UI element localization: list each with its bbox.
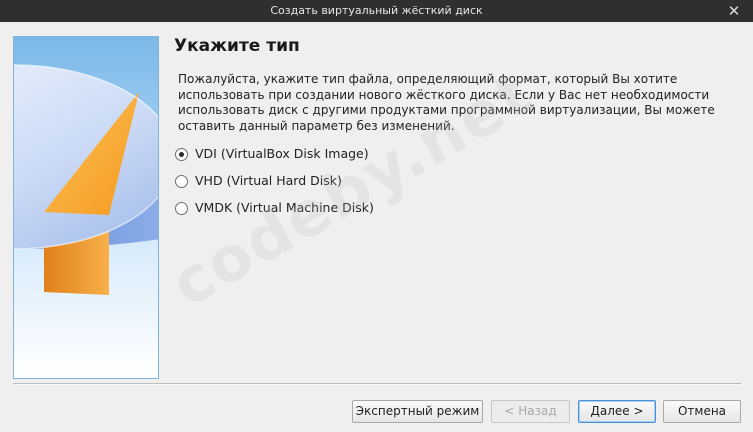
next-button[interactable]: Далее > [578, 400, 656, 423]
radio-button-selected[interactable] [175, 148, 188, 161]
button-separator [13, 383, 741, 385]
radio-label-vmdk: VMDK (Virtual Machine Disk) [195, 200, 374, 215]
radio-button-unselected[interactable] [175, 175, 188, 188]
hard-disk-illustration [13, 36, 159, 379]
page-description: Пожалуйста, укажите тип файла, определяю… [178, 72, 715, 133]
window-title: Создать виртуальный жёсткий диск [270, 4, 483, 17]
close-icon[interactable]: ✕ [725, 2, 743, 20]
radio-button-unselected[interactable] [175, 202, 188, 215]
back-button[interactable]: < Назад [491, 400, 570, 423]
radio-label-vhd: VHD (Virtual Hard Disk) [195, 173, 342, 188]
page-title: Укажите тип [174, 36, 300, 56]
window-titlebar: Создать виртуальный жёсткий диск ✕ [0, 0, 753, 22]
disk-graphic [14, 64, 158, 295]
expert-mode-button[interactable]: Экспертный режим [352, 400, 483, 423]
radio-label-vdi: VDI (VirtualBox Disk Image) [195, 146, 369, 161]
create-disk-dialog: Укажите тип Пожалуйста, укажите тип файл… [0, 22, 753, 432]
cancel-button[interactable]: Отмена [663, 400, 741, 423]
